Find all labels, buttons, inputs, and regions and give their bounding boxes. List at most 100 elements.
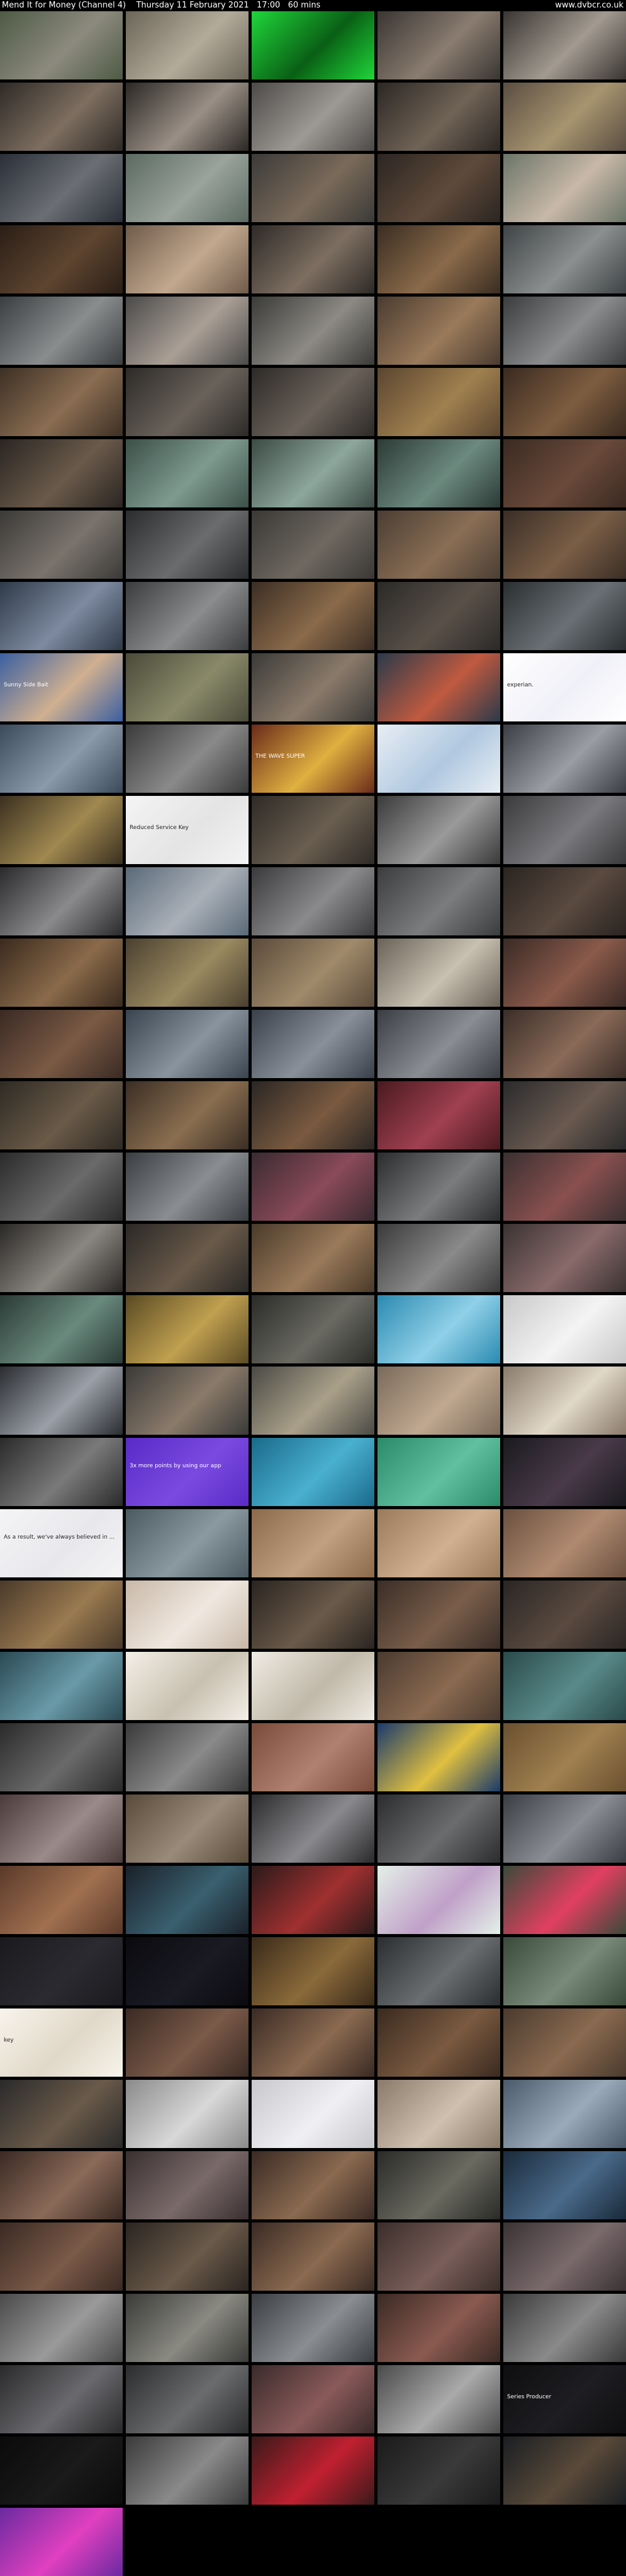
video-frame-thumbnail[interactable] (503, 1723, 626, 1791)
video-frame-thumbnail[interactable] (0, 225, 123, 293)
video-frame-thumbnail[interactable] (252, 11, 374, 79)
video-frame-thumbnail[interactable] (252, 939, 374, 1007)
video-frame-thumbnail[interactable] (126, 725, 249, 793)
video-frame-thumbnail[interactable] (0, 1367, 123, 1435)
video-frame-thumbnail[interactable] (377, 653, 500, 721)
video-frame-thumbnail[interactable] (0, 1010, 123, 1078)
video-frame-thumbnail[interactable] (0, 1652, 123, 1720)
video-frame-thumbnail[interactable] (377, 2294, 500, 2362)
video-frame-thumbnail[interactable]: experian. (503, 653, 626, 721)
video-frame-thumbnail[interactable] (252, 1937, 374, 2005)
video-frame-thumbnail[interactable] (252, 1010, 374, 1078)
video-frame-thumbnail[interactable] (252, 1795, 374, 1863)
video-frame-thumbnail[interactable] (126, 867, 249, 935)
video-frame-thumbnail[interactable] (252, 1723, 374, 1791)
video-frame-thumbnail[interactable] (377, 2008, 500, 2077)
video-frame-thumbnail[interactable] (377, 582, 500, 650)
video-frame-thumbnail[interactable] (0, 725, 123, 793)
video-frame-thumbnail[interactable] (126, 1723, 249, 1791)
video-frame-thumbnail[interactable] (503, 11, 626, 79)
video-frame-thumbnail[interactable]: 3x more points by using our app (126, 1438, 249, 1506)
video-frame-thumbnail[interactable] (503, 1224, 626, 1292)
video-frame-thumbnail[interactable] (126, 1509, 249, 1577)
video-frame-thumbnail[interactable] (503, 1438, 626, 1506)
video-frame-thumbnail[interactable] (503, 439, 626, 507)
video-frame-thumbnail[interactable]: THE WAVE SUPER (252, 725, 374, 793)
video-frame-thumbnail[interactable] (252, 1295, 374, 1363)
video-frame-thumbnail[interactable] (377, 225, 500, 293)
video-frame-thumbnail[interactable] (377, 83, 500, 151)
video-frame-thumbnail[interactable] (0, 796, 123, 864)
video-frame-thumbnail[interactable] (126, 511, 249, 579)
video-frame-thumbnail[interactable] (126, 2222, 249, 2291)
video-frame-thumbnail[interactable] (377, 1010, 500, 1078)
video-frame-thumbnail[interactable] (252, 1866, 374, 1934)
video-frame-thumbnail[interactable] (377, 11, 500, 79)
video-frame-thumbnail[interactable] (252, 2151, 374, 2219)
video-frame-thumbnail[interactable] (126, 225, 249, 293)
video-frame-thumbnail[interactable] (0, 11, 123, 79)
video-frame-thumbnail[interactable] (503, 368, 626, 436)
video-frame-thumbnail[interactable] (0, 1081, 123, 1149)
video-frame-thumbnail[interactable] (503, 725, 626, 793)
video-frame-thumbnail[interactable] (252, 439, 374, 507)
video-frame-thumbnail[interactable] (503, 1652, 626, 1720)
video-frame-thumbnail[interactable] (126, 2294, 249, 2362)
video-frame-thumbnail[interactable] (503, 225, 626, 293)
video-frame-thumbnail[interactable] (377, 1224, 500, 1292)
video-frame-thumbnail[interactable] (377, 796, 500, 864)
video-frame-thumbnail[interactable] (0, 2080, 123, 2148)
video-frame-thumbnail[interactable] (503, 1509, 626, 1577)
video-frame-thumbnail[interactable] (377, 511, 500, 579)
video-frame-thumbnail[interactable] (0, 2294, 123, 2362)
video-frame-thumbnail[interactable] (126, 1795, 249, 1863)
video-frame-thumbnail[interactable] (252, 1438, 374, 1506)
video-frame-thumbnail[interactable] (0, 83, 123, 151)
video-frame-thumbnail[interactable] (503, 1081, 626, 1149)
video-frame-thumbnail[interactable] (503, 1795, 626, 1863)
video-frame-thumbnail[interactable] (503, 1010, 626, 1078)
video-frame-thumbnail[interactable] (126, 2151, 249, 2219)
video-frame-thumbnail[interactable] (252, 1652, 374, 1720)
video-frame-thumbnail[interactable]: As a result, we've always believed in ..… (0, 1509, 123, 1577)
video-frame-thumbnail[interactable] (377, 1367, 500, 1435)
video-frame-thumbnail[interactable] (0, 582, 123, 650)
video-frame-thumbnail[interactable] (252, 796, 374, 864)
video-frame-thumbnail[interactable] (126, 1581, 249, 1649)
video-frame-thumbnail[interactable] (252, 83, 374, 151)
video-frame-thumbnail[interactable] (0, 1581, 123, 1649)
video-frame-thumbnail[interactable] (0, 1937, 123, 2005)
video-frame-thumbnail[interactable] (252, 867, 374, 935)
video-frame-thumbnail[interactable] (252, 368, 374, 436)
video-frame-thumbnail[interactable] (0, 511, 123, 579)
video-frame-thumbnail[interactable] (252, 225, 374, 293)
video-frame-thumbnail[interactable] (252, 1081, 374, 1149)
video-frame-thumbnail[interactable] (503, 796, 626, 864)
video-frame-thumbnail[interactable] (252, 1224, 374, 1292)
video-frame-thumbnail[interactable] (126, 154, 249, 222)
video-frame-thumbnail[interactable] (0, 1795, 123, 1863)
video-frame-thumbnail[interactable] (126, 2080, 249, 2148)
video-frame-thumbnail[interactable] (377, 1937, 500, 2005)
video-frame-thumbnail[interactable] (377, 2151, 500, 2219)
video-frame-thumbnail[interactable] (126, 1367, 249, 1435)
video-frame-thumbnail[interactable] (377, 1581, 500, 1649)
video-frame-thumbnail[interactable] (126, 11, 249, 79)
video-frame-thumbnail[interactable] (503, 154, 626, 222)
video-frame-thumbnail[interactable] (126, 2365, 249, 2433)
video-frame-thumbnail[interactable] (503, 1153, 626, 1221)
video-frame-thumbnail[interactable] (252, 511, 374, 579)
video-frame-thumbnail[interactable] (377, 1795, 500, 1863)
video-frame-thumbnail[interactable] (126, 368, 249, 436)
video-frame-thumbnail[interactable] (0, 1153, 123, 1221)
video-frame-thumbnail[interactable] (503, 582, 626, 650)
video-frame-thumbnail[interactable] (126, 1937, 249, 2005)
video-frame-thumbnail[interactable] (503, 297, 626, 365)
video-frame-thumbnail[interactable] (377, 867, 500, 935)
video-frame-thumbnail[interactable] (377, 1438, 500, 1506)
video-frame-thumbnail[interactable] (126, 1081, 249, 1149)
video-frame-thumbnail[interactable] (126, 1295, 249, 1363)
video-frame-thumbnail[interactable] (252, 2294, 374, 2362)
video-frame-thumbnail[interactable] (0, 2436, 123, 2505)
video-frame-thumbnail[interactable] (0, 2365, 123, 2433)
